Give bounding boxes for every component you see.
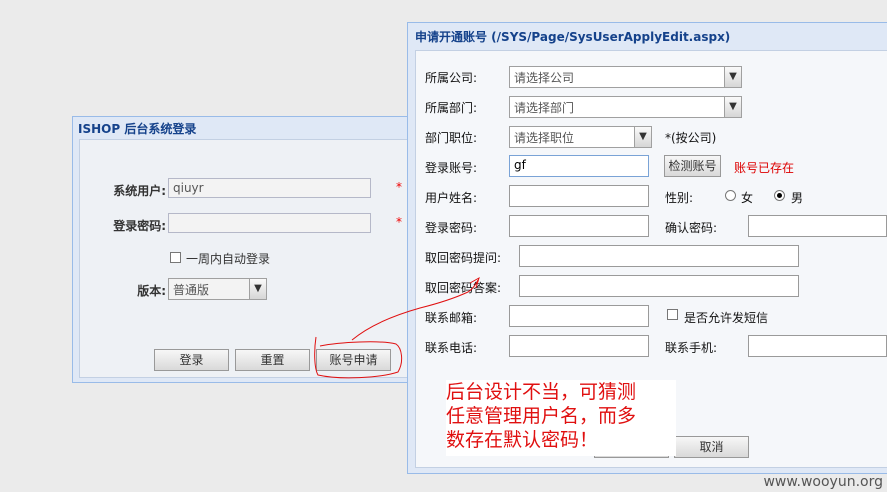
annotation-scribble xyxy=(314,276,480,379)
annotation-line-3: 数存在默认密码！ xyxy=(446,429,599,451)
annotation-line-2: 任意管理用户名，而多 xyxy=(446,405,637,427)
annotation-arrow-line xyxy=(351,279,479,341)
apply-button-circle xyxy=(314,336,403,379)
annotation-line-1: 后台设计不当，可猜测 xyxy=(446,381,637,403)
watermark: www.wooyun.org xyxy=(763,474,883,490)
annotation-note: 后台设计不当，可猜测 任意管理用户名，而多 数存在默认密码！ xyxy=(446,380,676,456)
